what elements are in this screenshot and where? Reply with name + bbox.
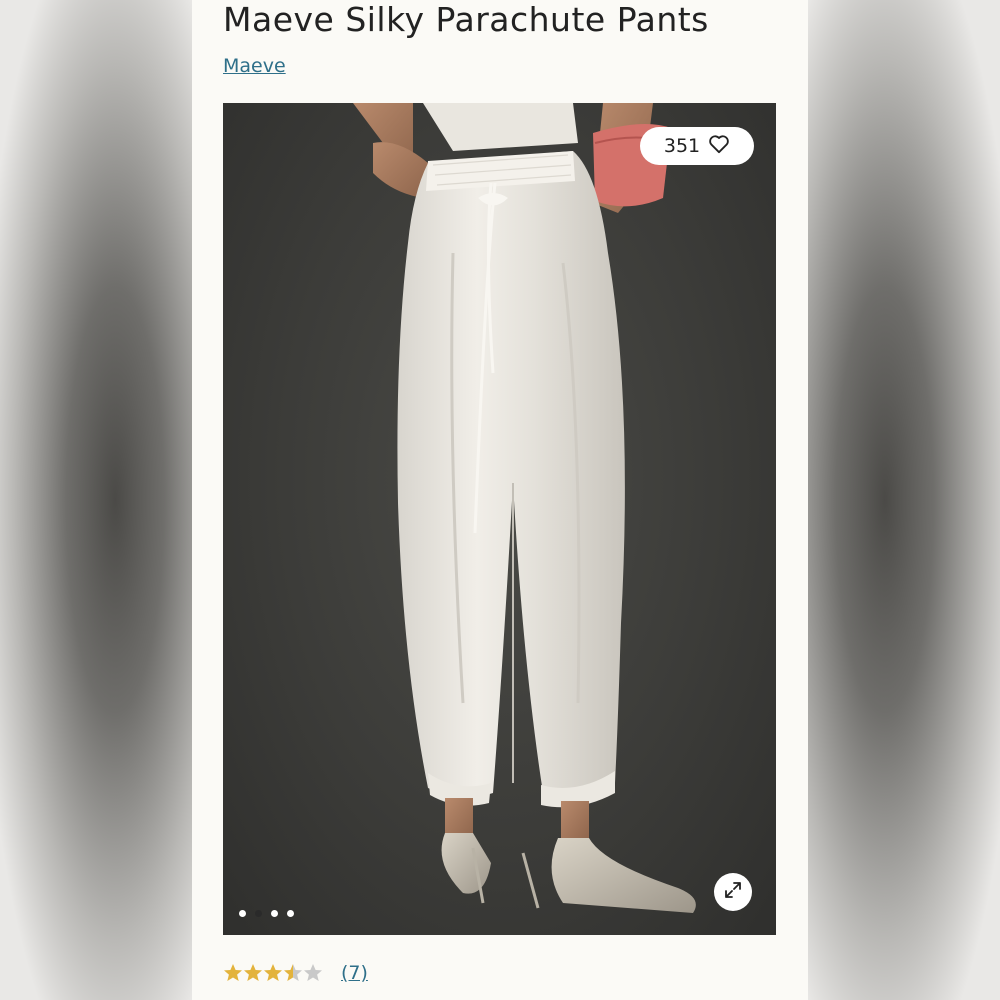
favorite-button[interactable]: 351: [640, 127, 754, 165]
star-empty-icon: [304, 964, 322, 981]
product-title: Maeve Silky Parachute Pants: [223, 0, 709, 39]
model-illustration: [353, 103, 696, 913]
star-icon: [224, 964, 242, 981]
carousel-dot[interactable]: [239, 910, 246, 917]
like-count: 351: [663, 135, 701, 157]
star-half-icon: [284, 964, 302, 981]
star-rating: [223, 963, 323, 983]
product-image[interactable]: 351: [223, 103, 776, 935]
zoom-button[interactable]: [714, 873, 752, 911]
reviews-link[interactable]: (7): [341, 962, 368, 984]
star-icon: [264, 964, 282, 981]
expand-icon: [723, 880, 743, 904]
star-icon: [244, 964, 262, 981]
backdrop-left: [0, 0, 192, 1000]
carousel-dot-active[interactable]: [255, 910, 262, 917]
carousel-dots: [239, 910, 294, 917]
carousel-dot[interactable]: [271, 910, 278, 917]
brand-link[interactable]: Maeve: [223, 55, 286, 77]
carousel-dot[interactable]: [287, 910, 294, 917]
backdrop-right: [808, 0, 1000, 1000]
product-panel: Maeve Silky Parachute Pants Maeve 351 (7…: [192, 0, 808, 1000]
product-rating: (7): [223, 962, 368, 984]
heart-icon: [708, 134, 730, 159]
